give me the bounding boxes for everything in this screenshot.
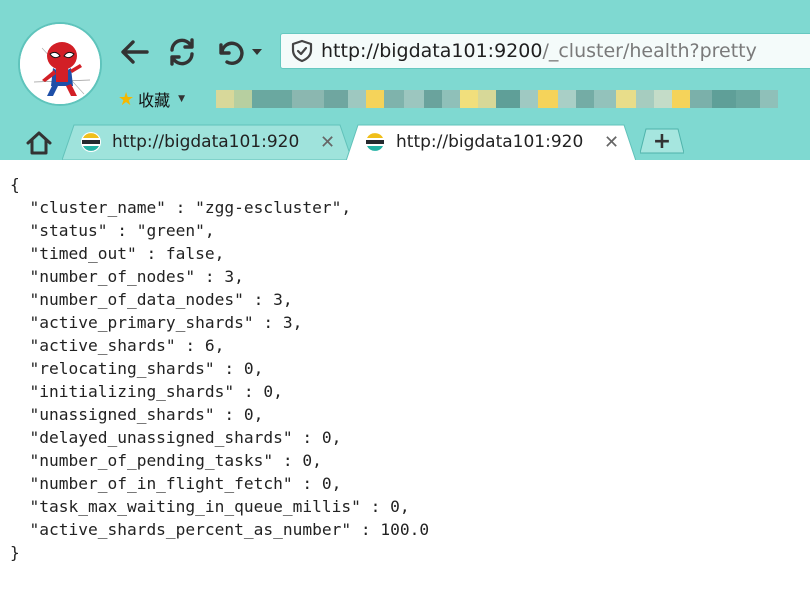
back-arrow-icon: [121, 40, 149, 64]
bookmark-bar-items[interactable]: [216, 90, 802, 108]
shield-icon[interactable]: [291, 39, 313, 63]
reload-button[interactable]: [164, 34, 200, 70]
json-line: "initializing_shards" : 0,: [10, 382, 283, 401]
browser-chrome: http://bigdata101:9200/_cluster/health?p…: [0, 0, 810, 161]
elasticsearch-icon: [81, 132, 101, 152]
tab-inactive[interactable]: http://bigdata101:920 ✕: [62, 124, 352, 160]
home-button[interactable]: [22, 128, 56, 158]
undo-icon: [219, 41, 244, 65]
json-line: "unassigned_shards" : 0,: [10, 405, 264, 424]
json-line: "task_max_waiting_in_queue_millis" : 0,: [10, 497, 410, 516]
spiderman-avatar-icon: [20, 24, 100, 104]
elasticsearch-icon: [365, 132, 385, 152]
address-bar[interactable]: http://bigdata101:9200/_cluster/health?p…: [280, 33, 810, 69]
plus-icon: +: [652, 128, 672, 154]
star-icon: ★: [118, 88, 135, 110]
json-line: "active_primary_shards" : 3,: [10, 313, 303, 332]
close-icon[interactable]: ✕: [604, 132, 619, 153]
json-line: "number_of_data_nodes" : 3,: [10, 290, 293, 309]
url-path: /_cluster/health?pretty: [542, 40, 757, 62]
json-line: "delayed_unassigned_shards" : 0,: [10, 428, 342, 447]
chevron-down-icon: [252, 49, 262, 55]
chevron-down-icon: ▼: [178, 94, 186, 104]
json-line: "active_shards" : 6,: [10, 336, 225, 355]
back-button[interactable]: [116, 34, 152, 70]
url-host: http://bigdata101:9200: [321, 40, 543, 62]
undo-button[interactable]: [212, 34, 248, 70]
page-content: { "cluster_name" : "zgg-escluster", "sta…: [0, 160, 810, 600]
close-icon[interactable]: ✕: [320, 132, 335, 153]
json-line: "relocating_shards" : 0,: [10, 359, 264, 378]
user-avatar[interactable]: [18, 22, 102, 106]
json-line: "cluster_name" : "zgg-escluster",: [10, 198, 352, 217]
json-line: {: [10, 175, 20, 194]
json-line: "number_of_pending_tasks" : 0,: [10, 451, 322, 470]
bookmarks-menu[interactable]: ★ 收藏 ▼: [118, 86, 185, 112]
json-line: "status" : "green",: [10, 221, 215, 240]
bookmarks-label: 收藏: [138, 91, 171, 110]
tab-active[interactable]: http://bigdata101:920 ✕: [346, 124, 636, 161]
json-line: }: [10, 543, 20, 562]
undo-dropdown-button[interactable]: [246, 34, 268, 70]
tab-title: http://bigdata101:920: [112, 132, 300, 152]
json-line: "active_shards_percent_as_number" : 100.…: [10, 520, 430, 539]
tab-title: http://bigdata101:920: [396, 132, 584, 152]
url-text[interactable]: http://bigdata101:9200/_cluster/health?p…: [321, 40, 757, 62]
json-response: { "cluster_name" : "zgg-escluster", "sta…: [10, 173, 429, 564]
json-line: "timed_out" : false,: [10, 244, 225, 263]
reload-icon: [170, 38, 194, 66]
json-line: "number_of_nodes" : 3,: [10, 267, 244, 286]
json-line: "number_of_in_flight_fetch" : 0,: [10, 474, 342, 493]
home-icon: [26, 131, 52, 155]
new-tab-button[interactable]: +: [639, 128, 685, 154]
